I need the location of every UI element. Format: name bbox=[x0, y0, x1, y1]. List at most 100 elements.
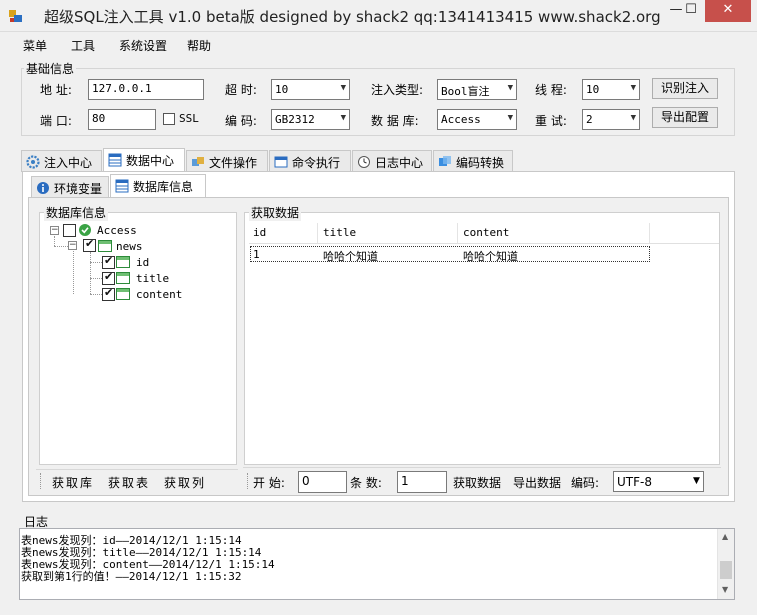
subtab-db-info[interactable]: 数据库信息 bbox=[110, 174, 206, 198]
table-cell: 1 bbox=[253, 248, 260, 261]
threads-value: 10 bbox=[586, 83, 600, 96]
export-data-button[interactable]: 导出数据 bbox=[513, 474, 561, 491]
tree-node-table[interactable]: news bbox=[116, 240, 143, 253]
subtab-label: 数据库信息 bbox=[133, 180, 194, 194]
database-type-value: Access bbox=[441, 113, 481, 126]
collapse-icon[interactable]: − bbox=[68, 241, 77, 250]
tree-checkbox-content[interactable] bbox=[102, 286, 115, 301]
timeout-select[interactable]: 10 ▼ bbox=[271, 79, 350, 100]
tree-node-column[interactable]: content bbox=[136, 288, 182, 301]
menu-item-tools[interactable]: 工具 bbox=[71, 37, 95, 54]
start-label: 开 始: bbox=[253, 476, 285, 490]
db-toolbar: 获取库 获取表 获取列 bbox=[36, 469, 238, 492]
tree-checkbox-news[interactable] bbox=[83, 237, 96, 252]
chevron-down-icon: ▼ bbox=[507, 113, 513, 123]
chevron-down-icon: ▼ bbox=[507, 83, 513, 93]
tab-injection-center[interactable]: 注入中心 bbox=[21, 150, 102, 172]
retry-label: 重 试: bbox=[535, 114, 567, 128]
port-label: 端 口: bbox=[40, 114, 72, 128]
identify-injection-button[interactable]: 识别注入 bbox=[652, 78, 718, 99]
chevron-down-icon: ▼ bbox=[340, 83, 346, 93]
column-icon bbox=[116, 272, 130, 284]
tab-log-center[interactable]: 日志中心 bbox=[352, 150, 432, 172]
encoding-label: 编 码: bbox=[225, 114, 257, 128]
get-databases-button[interactable]: 获取库 bbox=[52, 474, 94, 491]
encoding-select[interactable]: GB2312 ▼ bbox=[271, 109, 350, 130]
tab-label: 文件操作 bbox=[209, 156, 258, 170]
count-label: 条 数: bbox=[350, 476, 382, 490]
count-input[interactable]: 1 bbox=[397, 471, 447, 493]
collapse-icon[interactable]: − bbox=[50, 226, 59, 235]
convert-icon bbox=[438, 155, 452, 169]
address-input[interactable]: 127.0.0.1 bbox=[88, 79, 204, 100]
tree-line bbox=[54, 246, 68, 247]
maximize-button[interactable]: ☐ bbox=[677, 0, 705, 22]
column-header[interactable]: id bbox=[249, 223, 318, 243]
tab-command-exec[interactable]: 命令执行 bbox=[269, 150, 351, 172]
get-columns-button[interactable]: 获取列 bbox=[164, 474, 206, 491]
tab-encode-convert[interactable]: 编码转换 bbox=[433, 150, 513, 172]
chevron-down-icon: ▼ bbox=[630, 113, 636, 123]
inject-type-select[interactable]: Bool盲注 ▼ bbox=[437, 79, 517, 100]
menu-item-menu[interactable]: 菜单 bbox=[23, 37, 47, 54]
timeout-label: 超 时: bbox=[225, 83, 257, 97]
inject-type-value: Bool盲注 bbox=[441, 85, 490, 98]
charset-value: UTF-8 bbox=[617, 475, 652, 489]
port-input[interactable]: 80 bbox=[88, 109, 156, 130]
database-type-select[interactable]: Access ▼ bbox=[437, 109, 517, 130]
address-label: 地 址: bbox=[40, 83, 72, 97]
basic-info-label: 基础信息 bbox=[24, 60, 77, 77]
database-type-label: 数 据 库: bbox=[371, 114, 419, 128]
subtab-env-vars[interactable]: 环境变量 bbox=[31, 176, 109, 198]
tab-label: 日志中心 bbox=[375, 156, 424, 170]
tree-checkbox-id[interactable] bbox=[102, 254, 115, 269]
toolbar-grip bbox=[40, 473, 42, 489]
tree-checkbox-title[interactable] bbox=[102, 270, 115, 285]
threads-select[interactable]: 10 ▼ bbox=[582, 79, 640, 100]
tree-node-column[interactable]: title bbox=[136, 272, 169, 285]
tab-label: 数据中心 bbox=[126, 154, 175, 168]
gear-icon bbox=[26, 155, 40, 169]
column-header[interactable]: title bbox=[319, 223, 458, 243]
tree-line bbox=[90, 252, 91, 294]
scroll-thumb[interactable] bbox=[720, 561, 732, 579]
retry-value: 2 bbox=[586, 113, 593, 126]
log-scrollbar[interactable]: ▲ ▼ bbox=[717, 529, 734, 599]
export-config-button[interactable]: 导出配置 bbox=[652, 107, 718, 128]
scroll-up-icon[interactable]: ▲ bbox=[722, 532, 728, 541]
column-header[interactable]: content bbox=[459, 223, 650, 243]
ssl-label: SSL bbox=[179, 112, 199, 125]
tree-line bbox=[73, 251, 74, 294]
menu-item-settings[interactable]: 系统设置 bbox=[119, 37, 167, 54]
log-textarea[interactable]: 表news发现列：id——2014/12/1 1:15:14 表news发现列：… bbox=[19, 528, 735, 600]
tree-checkbox-access[interactable] bbox=[63, 224, 76, 237]
scroll-down-icon[interactable]: ▼ bbox=[722, 585, 728, 594]
clock-icon bbox=[357, 155, 371, 169]
tree-node-database[interactable]: Access bbox=[97, 224, 137, 237]
window-title: 超级SQL注入工具 v1.0 beta版 designed by shack2 … bbox=[44, 8, 661, 26]
close-button[interactable]: ✕ bbox=[705, 0, 751, 22]
database-icon bbox=[108, 153, 122, 167]
tab-file-operation[interactable]: 文件操作 bbox=[186, 150, 268, 172]
retry-select[interactable]: 2 ▼ bbox=[582, 109, 640, 130]
start-input[interactable]: 0 bbox=[298, 471, 347, 493]
inject-type-label: 注入类型: bbox=[371, 83, 424, 97]
app-icon bbox=[8, 8, 24, 24]
charset-label: 编码: bbox=[571, 476, 600, 490]
menu-item-help[interactable]: 帮助 bbox=[187, 37, 211, 54]
chevron-down-icon: ▼ bbox=[340, 113, 346, 123]
info-icon bbox=[36, 181, 50, 195]
fetch-data-button[interactable]: 获取数据 bbox=[453, 474, 501, 491]
main-tab-strip: 注入中心 数据中心 文件操作 命令执行 日志中心 编码转换 bbox=[21, 148, 741, 172]
database-icon bbox=[115, 179, 129, 193]
table-row[interactable]: 1 哈哈个知道 哈哈个知道 bbox=[250, 246, 650, 263]
timeout-value: 10 bbox=[275, 83, 289, 96]
tab-label: 注入中心 bbox=[44, 156, 93, 170]
subtab-label: 环境变量 bbox=[54, 182, 103, 196]
get-tables-button[interactable]: 获取表 bbox=[108, 474, 150, 491]
tree-node-column[interactable]: id bbox=[136, 256, 149, 269]
charset-select[interactable]: UTF-8 ▼ bbox=[613, 471, 704, 492]
tab-data-center[interactable]: 数据中心 bbox=[103, 148, 185, 172]
connected-icon bbox=[78, 223, 92, 237]
ssl-checkbox[interactable] bbox=[163, 113, 175, 125]
